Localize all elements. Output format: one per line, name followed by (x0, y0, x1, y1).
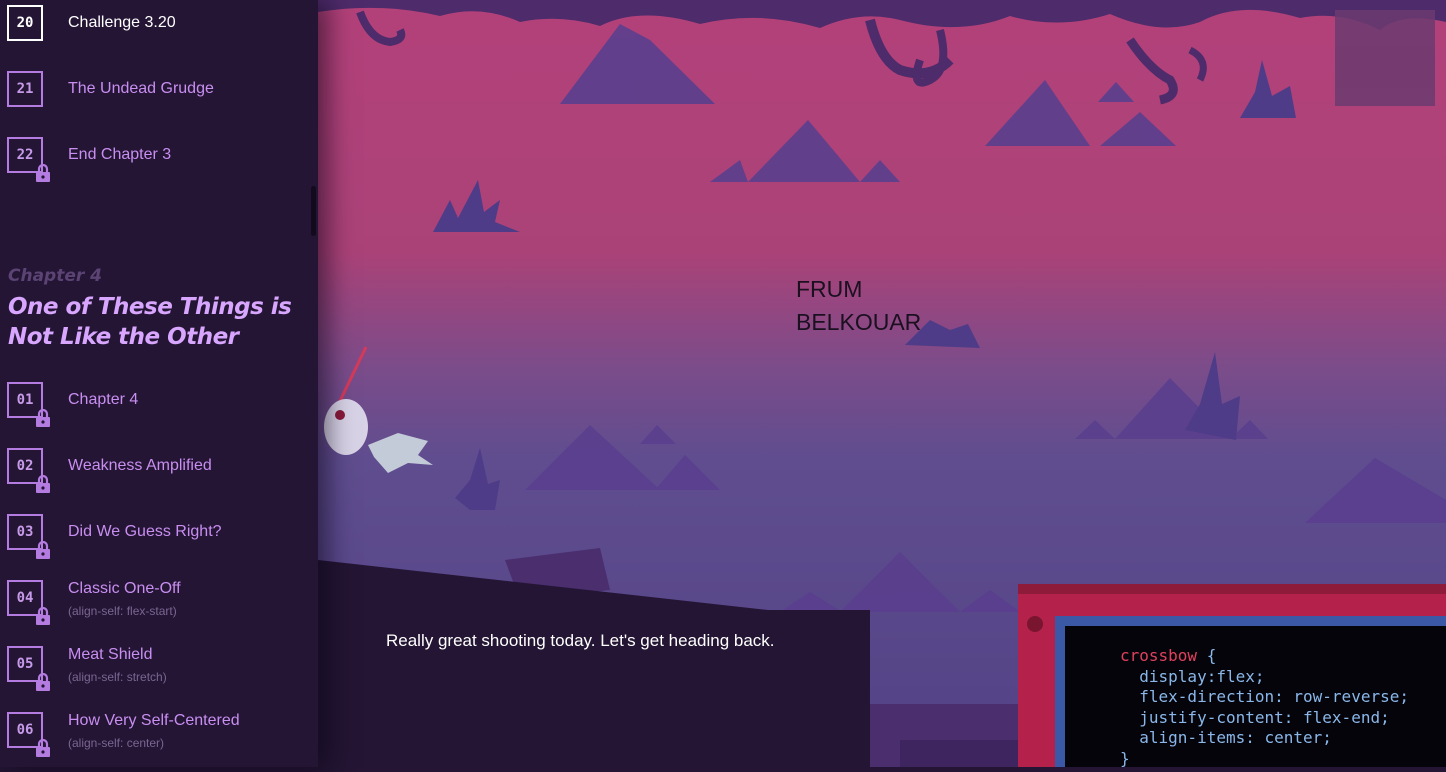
overlay-caption: FRUM BELKOUAR (796, 273, 921, 339)
code-line-3: justify-content: flex-end; (1120, 707, 1390, 727)
level-title: How Very Self-Centered (68, 712, 240, 729)
level-title: The Undead Grudge (68, 80, 214, 97)
overlay-line-1: FRUM (796, 276, 863, 302)
lock-icon (36, 541, 50, 559)
level-item-05[interactable]: 05 Meat Shield (align-self: stretch) (7, 646, 307, 694)
level-item-21[interactable]: 21 The Undead Grudge (7, 71, 307, 119)
level-item-22[interactable]: 22 End Chapter 3 (7, 137, 307, 185)
css-code-editor[interactable]: crossbow { display:flex; flex-direction:… (1065, 626, 1446, 768)
lock-icon (36, 739, 50, 757)
level-item-06[interactable]: 06 How Very Self-Centered (align-self: c… (7, 712, 307, 760)
level-title: Chapter 4 (68, 391, 139, 408)
level-title: Challenge 3.20 (68, 14, 176, 31)
lock-icon (36, 673, 50, 691)
level-sidebar: 20 Challenge 3.20 21 The Undead Grudge 2… (0, 0, 318, 767)
level-item-03[interactable]: 03 Did We Guess Right? (7, 514, 307, 562)
level-item-01[interactable]: 01 Chapter 4 (7, 382, 307, 430)
level-subtitle: (align-self: flex-start) (68, 604, 177, 618)
code-open-brace: { (1197, 646, 1217, 665)
code-selector-line: crossbow { (1120, 646, 1216, 667)
lock-icon (36, 475, 50, 493)
level-number-badge: 21 (7, 71, 43, 107)
level-item-02[interactable]: 02 Weakness Amplified (7, 448, 307, 496)
level-item-20[interactable]: 20 Challenge 3.20 (7, 5, 307, 53)
dialog-message: Really great shooting today. Let's get h… (386, 631, 775, 650)
dialog-box (318, 560, 870, 767)
code-selector: crossbow (1120, 646, 1198, 665)
level-item-04[interactable]: 04 Classic One-Off (align-self: flex-sta… (7, 580, 307, 628)
level-title: Weakness Amplified (68, 457, 212, 474)
code-line-4: align-items: center; (1120, 728, 1332, 747)
level-title: Did We Guess Right? (68, 523, 222, 540)
sidebar-scrollbar[interactable] (311, 186, 316, 236)
overlay-line-2: BELKOUAR (796, 309, 922, 335)
level-title: Classic One-Off (68, 580, 181, 597)
code-line-1: display:flex; (1120, 666, 1265, 686)
lock-icon (36, 164, 50, 182)
level-title: Meat Shield (68, 646, 153, 663)
level-subtitle: (align-self: center) (68, 736, 165, 750)
code-close-brace: } (1120, 748, 1130, 768)
chapter-label: Chapter 4 (8, 266, 103, 286)
lock-icon (36, 607, 50, 625)
code-line-2: flex-direction: row-reverse; (1120, 687, 1409, 706)
level-subtitle: (align-self: stretch) (68, 670, 167, 684)
level-number-badge: 20 (7, 5, 43, 41)
lock-icon (36, 409, 50, 427)
chapter-title: One of These Things is Not Like the Othe… (8, 294, 292, 350)
level-title: End Chapter 3 (68, 146, 172, 163)
